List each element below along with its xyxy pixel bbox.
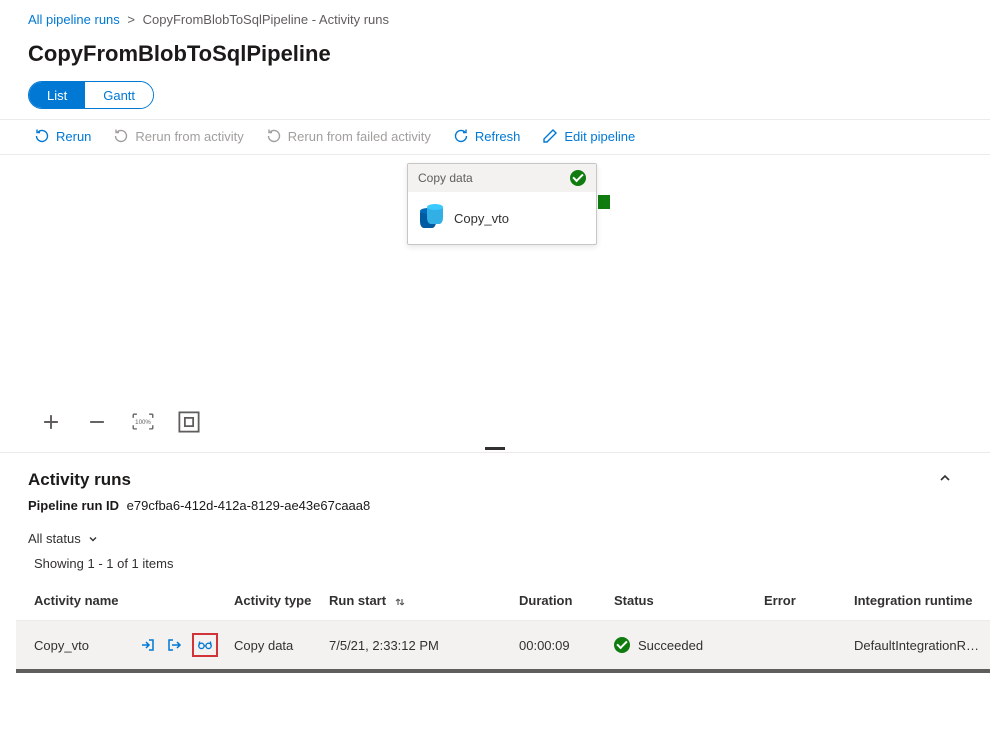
col-activity-name[interactable]: Activity name [16,583,226,621]
zoom-reset-button[interactable]: 100% [132,411,154,433]
success-icon [614,637,630,653]
col-status[interactable]: Status [606,583,756,621]
cell-activity-name: Copy_vto [34,638,89,653]
cell-integration-runtime: DefaultIntegrationRuntime (Eas [846,621,990,672]
breadcrumb: All pipeline runs > CopyFromBlobToSqlPip… [0,0,990,35]
col-integration-runtime[interactable]: Integration runtime [846,583,990,621]
activity-node-name: Copy_vto [454,211,509,226]
refresh-icon [453,128,469,144]
rerun-icon [34,128,50,144]
refresh-label: Refresh [475,129,521,144]
chevron-up-icon [938,471,952,485]
rerun-failed-icon [266,128,282,144]
rerun-label: Rerun [56,129,91,144]
activity-node-body: Copy_vto [408,192,596,244]
rerun-failed-label: Rerun from failed activity [288,129,431,144]
col-activity-type[interactable]: Activity type [226,583,321,621]
breadcrumb-current: CopyFromBlobToSqlPipeline - Activity run… [143,12,389,27]
canvas-tools: 100% [40,411,200,433]
activity-runs-table: Activity name Activity type Run start Du… [16,583,990,673]
col-run-start[interactable]: Run start [321,583,511,621]
rerun-activity-icon [113,128,129,144]
edit-icon [542,128,558,144]
results-count: Showing 1 - 1 of 1 items [0,556,990,583]
details-glasses-icon[interactable] [197,637,213,653]
status-filter-label: All status [28,531,81,546]
activity-node-type: Copy data [418,171,473,185]
zoom-out-button[interactable] [86,411,108,433]
run-id-label: Pipeline run ID [28,498,119,513]
status-filter[interactable]: All status [0,527,990,556]
activity-runs-header: Activity runs [0,453,990,494]
activity-node[interactable]: Copy data Copy_vto [407,163,597,245]
node-output-port[interactable] [598,195,610,209]
cell-error [756,621,846,672]
output-icon[interactable] [166,637,182,653]
pane-splitter[interactable] [0,447,990,453]
database-icon [420,206,442,230]
refresh-button[interactable]: Refresh [453,128,521,144]
cell-duration: 00:00:09 [511,621,606,672]
toolbar: Rerun Rerun from activity Rerun from fai… [0,119,990,155]
cell-run-start: 7/5/21, 2:33:12 PM [321,621,511,672]
col-run-start-label: Run start [329,593,386,608]
run-id-value: e79cfba6-412d-412a-8129-ae43e67caaa8 [127,498,371,513]
table-row[interactable]: Copy_vto [16,621,990,672]
page-title: CopyFromBlobToSqlPipeline [0,35,990,81]
rerun-from-failed-button: Rerun from failed activity [266,128,431,144]
edit-label: Edit pipeline [564,129,635,144]
chevron-down-icon [87,533,99,545]
details-highlight [192,633,218,657]
zoom-fit-button[interactable] [178,411,200,433]
rerun-from-activity-button: Rerun from activity [113,128,243,144]
breadcrumb-root-link[interactable]: All pipeline runs [28,12,120,27]
col-error[interactable]: Error [756,583,846,621]
edit-pipeline-button[interactable]: Edit pipeline [542,128,635,144]
rerun-activity-label: Rerun from activity [135,129,243,144]
breadcrumb-separator: > [127,12,135,27]
zoom-in-button[interactable] [40,411,62,433]
pipeline-run-id: Pipeline run ID e79cfba6-412d-412a-8129-… [0,494,990,527]
cell-status: Succeeded [638,638,703,653]
svg-text:100%: 100% [135,419,151,426]
view-toggle-list[interactable]: List [29,82,85,108]
input-icon[interactable] [140,637,156,653]
sort-icon [394,596,406,608]
view-toggle-gantt[interactable]: Gantt [85,82,153,108]
activity-runs-title: Activity runs [28,470,131,490]
activity-node-header: Copy data [408,164,596,192]
rerun-button[interactable]: Rerun [34,128,91,144]
pipeline-canvas[interactable]: Copy data Copy_vto 100% [0,155,990,447]
cell-activity-type: Copy data [226,621,321,672]
view-toggle: List Gantt [28,81,154,109]
col-duration[interactable]: Duration [511,583,606,621]
collapse-button[interactable] [928,467,962,492]
success-icon [570,170,586,186]
